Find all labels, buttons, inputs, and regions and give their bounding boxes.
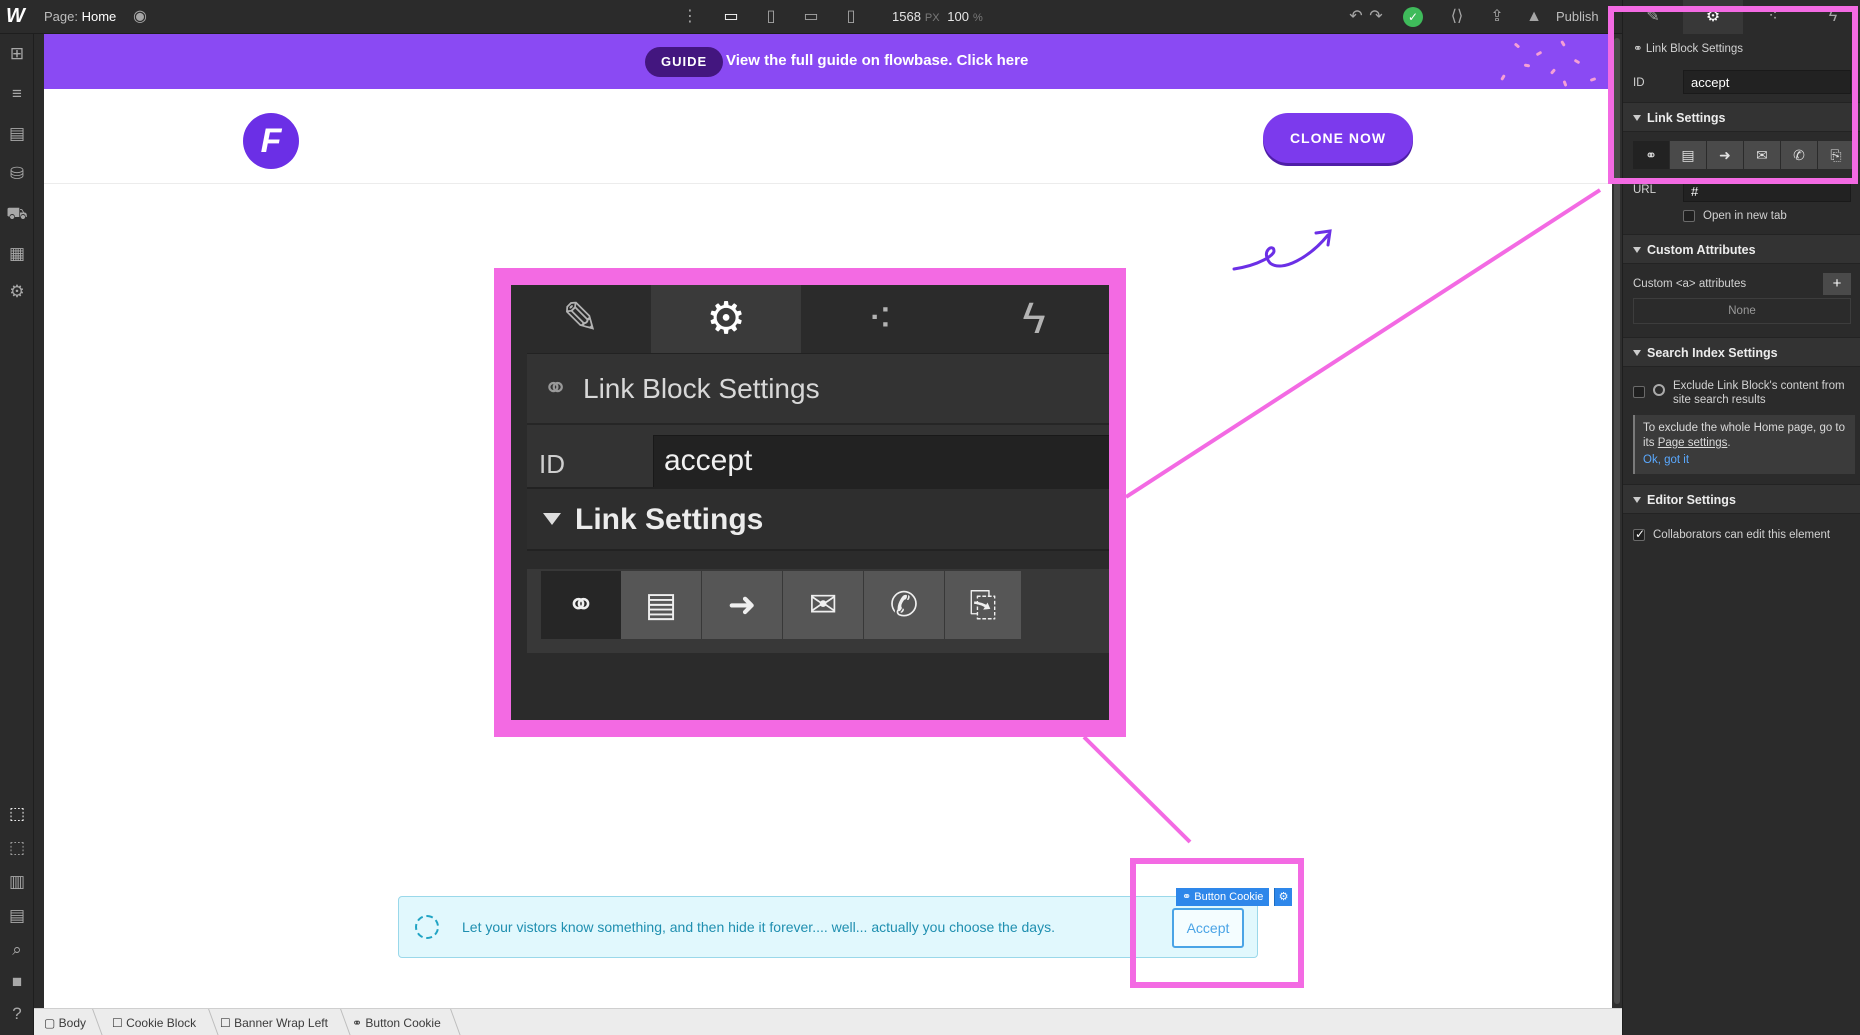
- zoom-phone-icon-button: ✆: [864, 571, 944, 639]
- zoomed-settings-callout: ✎ ⚙ ⁖ ϟ ⚭ Link Block Settings ID accept …: [494, 268, 1126, 737]
- zoom-settings-gear-icon: ⚙: [651, 285, 801, 353]
- zoom-section-icon-button: ➜: [702, 571, 782, 639]
- zoom-attachment-icon-button: ⎘: [945, 571, 1021, 639]
- zoom-link-icon: ⚭: [543, 372, 569, 405]
- zoom-caret-icon: [543, 513, 561, 525]
- zoom-link-icon-button: ⚭: [541, 571, 621, 639]
- zoom-id-input: accept: [653, 435, 1109, 491]
- zoom-link-type-buttons: ⚭ ▤ ➜ ✉ ✆ ⎘: [541, 571, 1021, 639]
- zoom-header-text: Link Block Settings: [583, 373, 820, 404]
- zoom-link-settings-row: Link Settings: [527, 487, 1109, 551]
- zoom-style-brush-icon: ✎: [511, 285, 650, 353]
- zoom-id-label: ID: [539, 449, 565, 479]
- zoom-link-types-row: ⚭ ▤ ➜ ✉ ✆ ⎘: [527, 569, 1109, 653]
- zoom-interactions-drops-icon: ⁖: [805, 285, 955, 353]
- zoom-header-row: ⚭ Link Block Settings: [527, 353, 1109, 423]
- zoom-link-settings-label: Link Settings: [575, 503, 764, 536]
- zoom-page-icon-button: ▤: [621, 571, 701, 639]
- zoom-lightning-icon: ϟ: [959, 285, 1109, 353]
- zoom-email-icon-button: ✉: [783, 571, 863, 639]
